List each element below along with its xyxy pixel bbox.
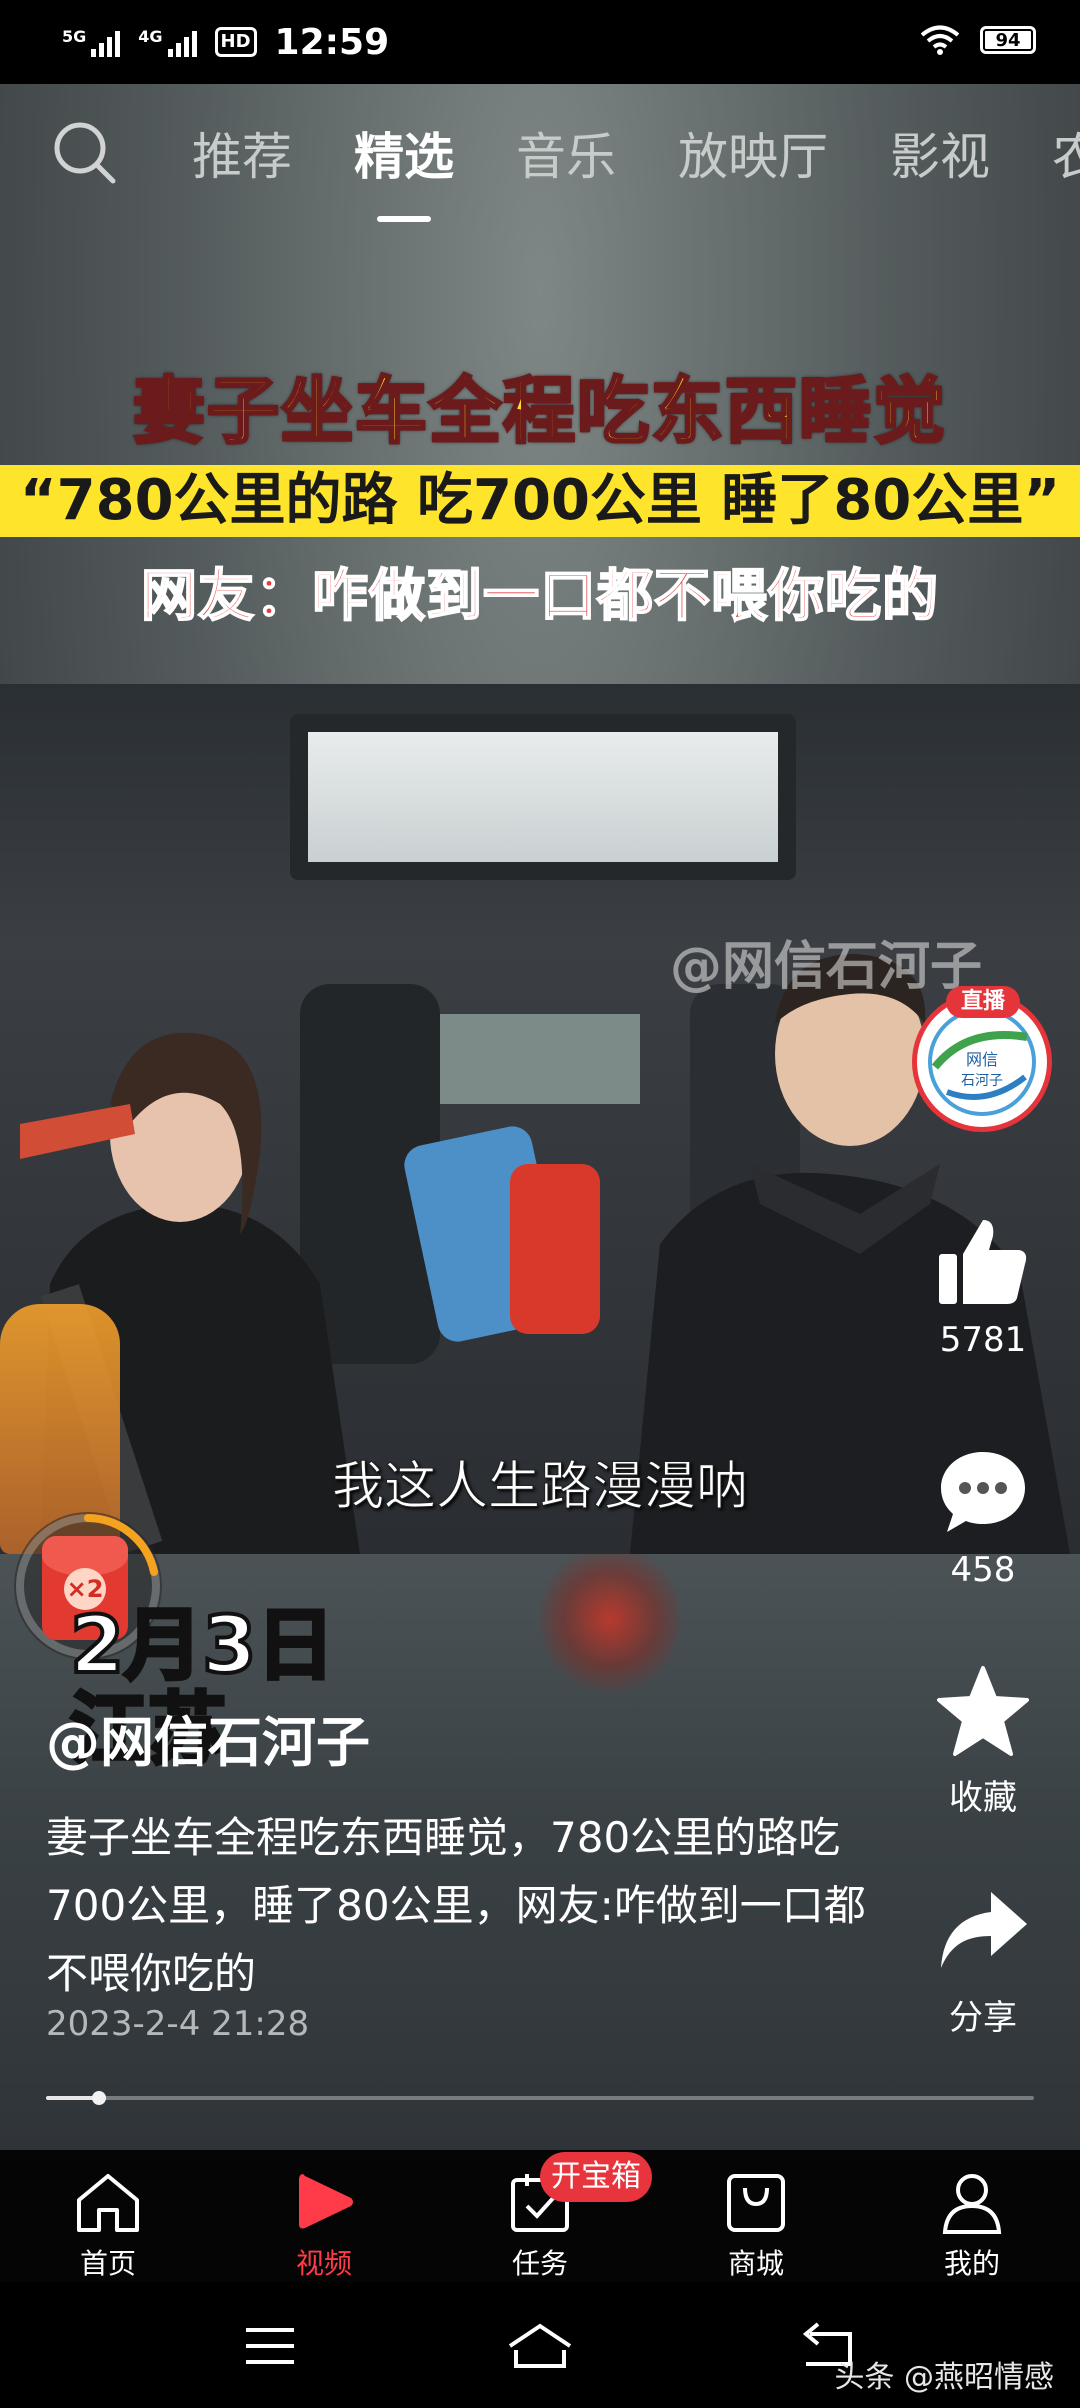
battery-indicator: 94 bbox=[980, 26, 1036, 54]
share-button[interactable]: 分享 bbox=[918, 1884, 1048, 2039]
home-icon bbox=[77, 2174, 139, 2232]
clock: 12:59 bbox=[274, 21, 390, 63]
star-icon bbox=[937, 1666, 1029, 1756]
author-name[interactable]: @网信石河子 bbox=[46, 1698, 370, 1777]
nav-home[interactable]: 首页 bbox=[38, 2170, 178, 2282]
status-right: 94 bbox=[920, 24, 1036, 56]
car-sunroof bbox=[290, 714, 796, 880]
headline-netizen-comment: 网友：咋做到一口都不喂你吃的 bbox=[140, 563, 939, 630]
user-icon bbox=[942, 2174, 1002, 2234]
video-player[interactable]: 推荐 精选 音乐 放映厅 影视 农 妻子坐车全程吃东西睡觉 “780公里的路 吃… bbox=[0, 84, 1080, 2150]
status-bar: 5G 4G HD 12:59 94 bbox=[0, 0, 1080, 84]
nav-tasks-label: 任务 bbox=[511, 2247, 568, 2280]
screen: 5G 4G HD 12:59 94 推荐 精选 音乐 放映厅 影视 农 妻子坐车… bbox=[0, 0, 1080, 2408]
status-left: 5G 4G HD 12:59 bbox=[62, 18, 389, 66]
video-description: 妻子坐车全程吃东西睡觉，780公里的路吃700公里，睡了80公里，网友:咋做到一… bbox=[46, 1813, 866, 1998]
share-arrow-icon bbox=[941, 1892, 1027, 1968]
nav-mine[interactable]: 我的 bbox=[902, 2170, 1042, 2282]
avatar-text-bottom: 石河子 bbox=[961, 1073, 1003, 1089]
nav-mall[interactable]: 商城 bbox=[686, 2170, 826, 2282]
video-watermark: @网信石河子 bbox=[670, 937, 983, 997]
nav-video-label: 视频 bbox=[295, 2247, 352, 2280]
like-count: 5781 bbox=[939, 1320, 1027, 1360]
tab-featured[interactable]: 精选 bbox=[354, 124, 454, 222]
cellular-signal-icon-2: 4G bbox=[138, 27, 197, 57]
network-type-label: 5G bbox=[62, 27, 87, 46]
source-credit: 头条 @燕昭情感 bbox=[834, 2360, 1054, 2395]
progress-fill bbox=[46, 2096, 100, 2100]
top-navigation: 推荐 精选 音乐 放映厅 影视 农 bbox=[0, 84, 1080, 234]
nav-home-label: 首页 bbox=[79, 2247, 136, 2280]
system-navigation-bar: 头条 @燕昭情感 bbox=[0, 2282, 1080, 2408]
tab-recommend[interactable]: 推荐 bbox=[192, 124, 292, 190]
comment-icon bbox=[941, 1452, 1025, 1532]
tab-farm[interactable]: 农 bbox=[1052, 124, 1080, 190]
date-overlay-date: 2月3日 bbox=[68, 1601, 337, 1691]
cellular-signal-icon: 5G bbox=[62, 27, 121, 57]
hd-voice-icon: HD bbox=[214, 27, 257, 57]
comment-button[interactable]: 458 bbox=[918, 1444, 1048, 1590]
like-button[interactable]: 5781 bbox=[918, 1214, 1048, 1360]
thumbs-up-icon bbox=[939, 1220, 1027, 1304]
comment-count: 458 bbox=[950, 1550, 1016, 1590]
share-label: 分享 bbox=[949, 1998, 1017, 2038]
headline-quote-band: “780公里的路 吃700公里 睡了80公里” bbox=[0, 465, 1080, 537]
shopping-bag-icon bbox=[727, 2174, 785, 2232]
publish-timestamp: 2023-2-4 21:28 bbox=[46, 2004, 310, 2044]
network-type-label-2: 4G bbox=[138, 27, 163, 46]
nav-video[interactable]: 视频 bbox=[254, 2170, 394, 2282]
video-headline: 妻子坐车全程吃东西睡觉 “780公里的路 吃700公里 睡了80公里” 网友：咋… bbox=[0, 352, 1080, 632]
play-icon bbox=[299, 2174, 353, 2229]
tab-music[interactable]: 音乐 bbox=[516, 124, 616, 190]
live-badge: 直播 bbox=[946, 986, 1020, 1018]
favorite-label: 收藏 bbox=[949, 1778, 1017, 1818]
tab-theater[interactable]: 放映厅 bbox=[678, 124, 828, 190]
avatar-text-top: 网信 bbox=[966, 1050, 998, 1069]
author-avatar-button[interactable]: 网信 石河子 直播 bbox=[912, 986, 1062, 1142]
tab-film-tv[interactable]: 影视 bbox=[890, 124, 990, 190]
home-button-icon[interactable] bbox=[500, 2316, 580, 2376]
nav-mine-label: 我的 bbox=[943, 2247, 1000, 2280]
treasure-box-badge[interactable]: 开宝箱 bbox=[540, 2152, 652, 2202]
channel-tabs: 推荐 精选 音乐 放映厅 影视 农 bbox=[192, 124, 1080, 222]
nav-mall-label: 商城 bbox=[727, 2247, 784, 2280]
menu-icon[interactable] bbox=[230, 2316, 310, 2376]
favorite-button[interactable]: 收藏 bbox=[918, 1664, 1048, 1819]
headline-title: 妻子坐车全程吃东西睡觉 bbox=[131, 368, 947, 455]
decorative-glow bbox=[540, 1544, 680, 1694]
search-icon[interactable] bbox=[50, 118, 120, 188]
wifi-icon bbox=[920, 25, 960, 55]
red-bag bbox=[510, 1164, 600, 1334]
video-progress-bar[interactable] bbox=[46, 2091, 1034, 2105]
